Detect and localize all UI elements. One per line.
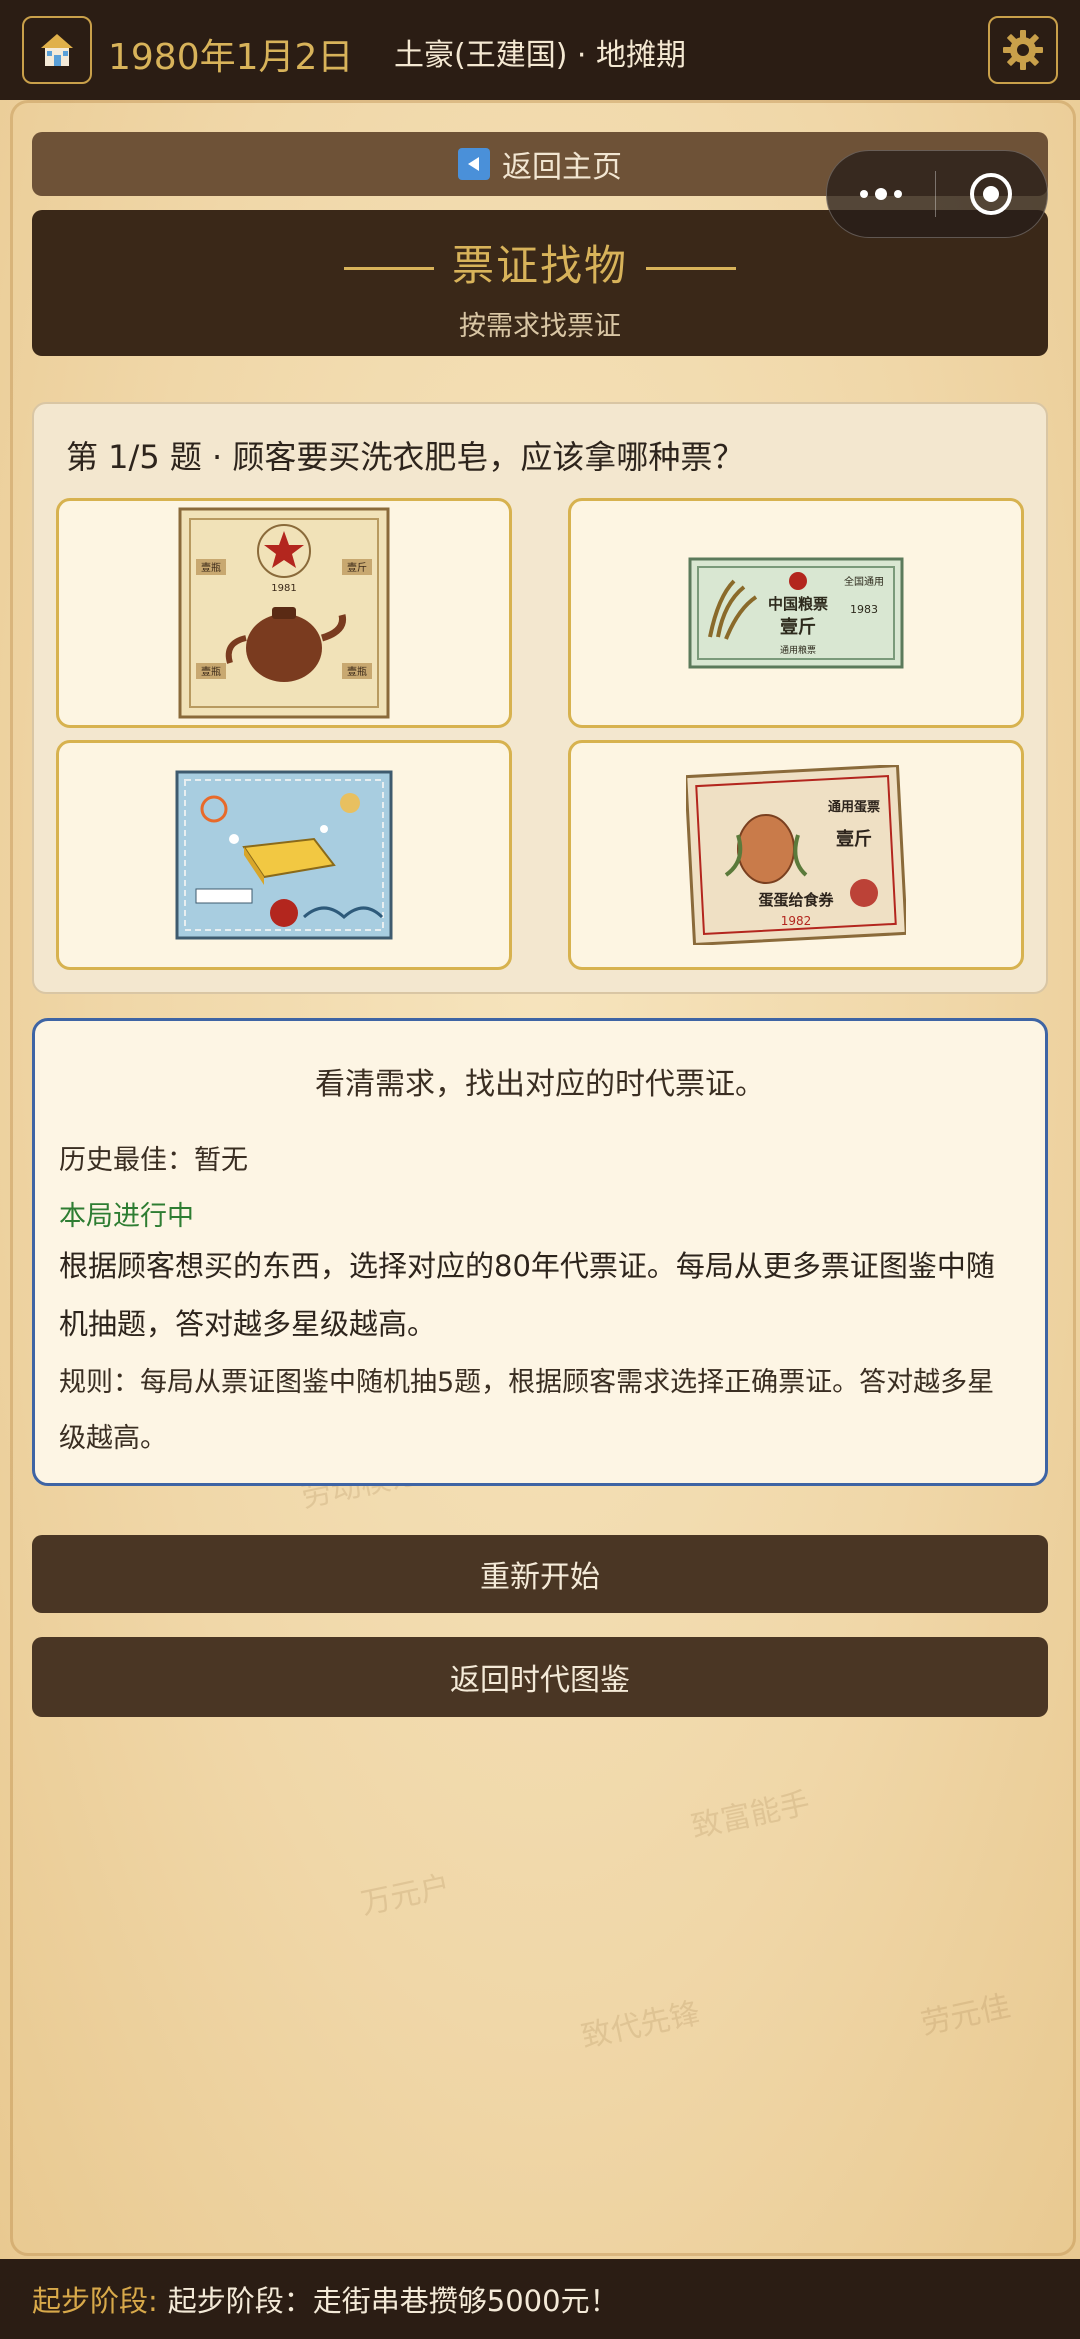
svg-text:壹瓶: 壹瓶 [347,665,367,678]
svg-text:壹斤: 壹斤 [347,561,367,574]
stage-goal: 起步阶段：走街串巷攒够5000元！ [167,2284,619,2318]
background-word: 万元户 [358,1868,454,1922]
svg-text:蛋蛋给食券: 蛋蛋给食券 [758,891,834,909]
title-divider-left [343,267,434,270]
background-word: 致富能手 [688,1785,814,1846]
best-score: 历史最佳：暂无 [59,1145,248,1176]
grain-ticket-icon: 中国粮票 壹斤 全国通用 1983 通用粮票 [688,557,904,669]
restart-button[interactable]: 重新开始 [32,1535,1048,1613]
svg-text:1982: 1982 [781,914,812,928]
svg-text:通用粮票: 通用粮票 [780,644,816,656]
gear-icon [1003,30,1043,70]
background-word: 劳元佳 [918,1988,1014,2042]
question-panel: 第 1/5 题 · 顾客要买洗衣肥皂，应该拿哪种票？ 壹瓶 壹斤 1981 壹瓶… [32,402,1048,994]
miniprogram-capsule [826,150,1048,238]
home-button[interactable] [22,16,92,84]
svg-text:壹斤: 壹斤 [836,829,872,850]
game-status: 本局进行中 [59,1201,194,1232]
bottom-status-bar: 起步阶段: 起步阶段：走街串巷攒够5000元！ [0,2259,1080,2339]
svg-text:壹瓶: 壹瓶 [201,561,221,574]
game-title: 票证找物 [451,241,628,290]
svg-text:通用蛋票: 通用蛋票 [828,799,880,815]
stage-label: 起步阶段: [32,2284,158,2318]
option-soap-ticket[interactable] [56,740,512,970]
game-subtitle: 按需求找票证 [459,311,621,342]
option-grain-ticket[interactable]: 中国粮票 壹斤 全国通用 1983 通用粮票 [568,498,1024,728]
back-gallery-button[interactable]: 返回时代图鉴 [32,1637,1048,1717]
game-date: 1980年1月2日 [108,37,354,78]
info-panel: 看清需求，找出对应的时代票证。 历史最佳：暂无 本局进行中 根据顾客想买的东西，… [32,1018,1048,1486]
info-headline: 看清需求，找出对应的时代票证。 [315,1067,765,1102]
svg-text:壹斤: 壹斤 [780,617,816,638]
top-bar: 1980年1月2日 土豪(王建国) · 地摊期 [0,0,1080,100]
target-close-icon[interactable] [936,171,1046,217]
soap-ticket-icon [175,770,393,940]
back-home-label: 返回主页 [502,150,622,185]
option-teapot-ticket[interactable]: 壹瓶 壹斤 1981 壹瓶 壹瓶 [56,498,512,728]
svg-text:1981: 1981 [271,583,296,594]
svg-text:壹瓶: 壹瓶 [201,665,221,678]
player-title: 土豪(王建国) · 地摊期 [393,38,687,73]
title-divider-right [646,267,736,270]
game-description: 根据顾客想买的东西，选择对应的80年代票证。每局从更多票证图鉴中随机抽题，答对越… [59,1249,995,1341]
settings-button[interactable] [988,16,1058,84]
svg-text:1983: 1983 [850,603,878,616]
option-egg-ticket[interactable]: 通用蛋票 壹斤 蛋蛋给食券 1982 [568,740,1024,970]
question-text: 第 1/5 题 · 顾客要买洗衣肥皂，应该拿哪种票？ [66,438,745,476]
game-rules: 规则：每局从票证图鉴中随机抽5题，根据顾客需求选择正确票证。答对越多星级越高。 [59,1367,995,1454]
egg-ticket-icon: 通用蛋票 壹斤 蛋蛋给食券 1982 [686,765,906,945]
svg-text:全国通用: 全国通用 [844,575,884,588]
background-word: 致代先锋 [578,1995,704,2056]
svg-text:中国粮票: 中国粮票 [768,595,828,613]
house-icon [41,34,73,66]
more-dots-icon[interactable] [827,188,935,200]
back-arrow-icon [458,148,490,180]
teapot-ticket-icon: 壹瓶 壹斤 1981 壹瓶 壹瓶 [178,507,390,719]
